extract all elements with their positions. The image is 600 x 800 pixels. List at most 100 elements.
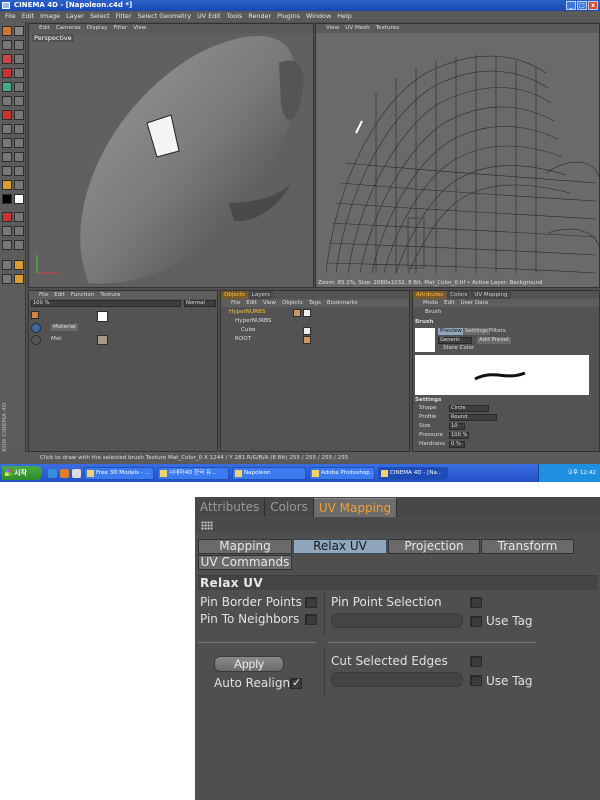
- foreground-color-swatch[interactable]: [2, 194, 12, 204]
- uv-menu-textures[interactable]: Textures: [376, 24, 399, 33]
- attr-menu-edit[interactable]: Edit: [444, 299, 455, 307]
- uv-menu-uv-mesh[interactable]: UV Mesh: [345, 24, 369, 33]
- pin-to-neighbors-checkbox[interactable]: [305, 614, 317, 625]
- attr-menu-mode[interactable]: Mode: [423, 299, 438, 307]
- menu-filter[interactable]: Filter: [113, 11, 135, 22]
- obj-menu-bookmarks[interactable]: Bookmarks: [327, 299, 358, 307]
- preset-tab-settings[interactable]: Settings: [463, 328, 490, 335]
- scale-icon[interactable]: [2, 54, 12, 64]
- light-object-icon[interactable]: [14, 260, 24, 270]
- object-row-cube[interactable]: Cube: [241, 327, 255, 334]
- material-sphere-icon[interactable]: [31, 323, 41, 333]
- ie-quicklaunch-icon[interactable]: [48, 468, 57, 478]
- x-axis-icon[interactable]: [2, 68, 12, 78]
- material-name-1[interactable]: Material: [51, 324, 78, 331]
- pin-use-tag-checkbox[interactable]: [470, 616, 482, 627]
- tab-uv-mapping[interactable]: UV Mapping: [471, 291, 511, 299]
- move-icon[interactable]: [14, 40, 24, 50]
- texture-mode-icon[interactable]: [14, 166, 24, 176]
- undo-icon[interactable]: [2, 26, 12, 36]
- cube-uvw-tag-icon[interactable]: [303, 327, 311, 335]
- nurbs-object-icon[interactable]: [14, 240, 24, 250]
- cut-use-tag-checkbox[interactable]: [470, 675, 482, 686]
- store-color-label[interactable]: Store Color: [443, 345, 474, 352]
- taskbar-napoleon[interactable]: Napoleon: [232, 466, 306, 480]
- cube-object-icon[interactable]: [2, 240, 12, 250]
- blend-mode-select[interactable]: Normal: [184, 300, 216, 307]
- uv-polygon-mode-icon[interactable]: [2, 166, 12, 176]
- vp-menu-view[interactable]: View: [133, 24, 146, 33]
- uv-menu-view[interactable]: View: [326, 24, 339, 33]
- apply-button[interactable]: Apply: [214, 656, 284, 672]
- layer-opacity-field[interactable]: 100 %: [31, 300, 181, 307]
- obj-menu-tags[interactable]: Tags: [309, 299, 321, 307]
- polygon-mode-icon[interactable]: [2, 152, 12, 162]
- object-row-root[interactable]: ROOT: [235, 336, 251, 343]
- taskbar-free3d[interactable]: Free 3D Models - ...: [84, 466, 154, 480]
- firefox-quicklaunch-icon[interactable]: [60, 468, 69, 478]
- render-icon[interactable]: [2, 212, 12, 222]
- preset-select[interactable]: Generic: [438, 337, 472, 344]
- fill-color-icon[interactable]: [2, 180, 12, 190]
- tab-attributes[interactable]: Attributes: [413, 291, 447, 299]
- object-row-hypernurbs-2[interactable]: HyperNURBS: [235, 318, 271, 325]
- vp-menu-edit[interactable]: Edit: [39, 24, 50, 33]
- live-select-icon[interactable]: [2, 40, 12, 50]
- material-layer-icon[interactable]: [31, 311, 39, 319]
- minimize-button[interactable]: _: [566, 1, 576, 10]
- uv-tab-colors[interactable]: Colors: [265, 498, 314, 517]
- menu-select[interactable]: Select: [87, 11, 113, 22]
- subtab-mapping[interactable]: Mapping: [198, 539, 292, 554]
- start-button[interactable]: 시작: [2, 466, 42, 480]
- smudge-icon[interactable]: [14, 96, 24, 106]
- deformer-object-icon[interactable]: [14, 274, 24, 284]
- pin-point-selection-checkbox[interactable]: [470, 597, 482, 608]
- cut-selected-edges-field[interactable]: [331, 672, 463, 687]
- tab-layers[interactable]: Layers: [248, 291, 273, 299]
- selection-lasso-icon[interactable]: [14, 110, 24, 120]
- fill-icon[interactable]: [14, 124, 24, 134]
- subtab-relax-uv[interactable]: Relax UV: [293, 539, 387, 554]
- menu-image[interactable]: Image: [37, 11, 63, 22]
- profile-select[interactable]: Round: [449, 414, 497, 421]
- mat-menu-file[interactable]: File: [39, 291, 48, 299]
- mat-menu-edit[interactable]: Edit: [54, 291, 65, 299]
- taskbar-cinema4d[interactable]: CINEMA 4D - [Na...: [378, 466, 448, 480]
- grip-dots-icon[interactable]: [201, 521, 213, 530]
- pressure-field[interactable]: 100 %: [449, 432, 469, 439]
- texture-tag-icon[interactable]: [293, 309, 301, 317]
- workplane-icon[interactable]: [14, 180, 24, 190]
- pin-border-points-checkbox[interactable]: [305, 597, 317, 608]
- eraser-icon[interactable]: [14, 82, 24, 92]
- uv-mesh-viewport[interactable]: View UV Mesh Textures Zoom: 85.2%, Size:…: [315, 23, 600, 288]
- menu-render[interactable]: Render: [245, 11, 274, 22]
- render-settings-icon[interactable]: [2, 226, 12, 236]
- vp-menu-filter[interactable]: Filter: [113, 24, 127, 33]
- menu-help[interactable]: Help: [334, 11, 355, 22]
- perspective-viewport[interactable]: Edit Cameras Display Filter View Perspec…: [28, 23, 314, 288]
- clone-icon[interactable]: [2, 96, 12, 106]
- preset-tab-filters[interactable]: Filters: [489, 328, 506, 335]
- pin-point-selection-field[interactable]: [331, 613, 463, 628]
- vp-menu-cameras[interactable]: Cameras: [56, 24, 81, 33]
- obj-menu-edit[interactable]: Edit: [246, 299, 257, 307]
- redo-icon[interactable]: [14, 26, 24, 36]
- paint-brush-icon[interactable]: [2, 82, 12, 92]
- y-axis-icon[interactable]: [14, 68, 24, 78]
- add-preset-button[interactable]: Add Preset: [477, 337, 512, 344]
- menu-file[interactable]: File: [2, 11, 19, 22]
- menu-plugins[interactable]: Plugins: [274, 11, 303, 22]
- root-texture-tag-icon[interactable]: [303, 336, 311, 344]
- material-name-2[interactable]: Mat: [51, 336, 61, 343]
- size-field[interactable]: 10: [449, 423, 465, 430]
- render-picture-viewer-icon[interactable]: [14, 226, 24, 236]
- taskbar-c4d-korea[interactable]: 시네마4D 한국 유...: [157, 466, 229, 480]
- edge-mode-icon[interactable]: [14, 138, 24, 148]
- menu-layer[interactable]: Layer: [63, 11, 87, 22]
- taskbar-photoshop[interactable]: Adobe Photoshop ...: [309, 466, 375, 480]
- uv-point-mode-icon[interactable]: [14, 152, 24, 162]
- menu-select-geometry[interactable]: Select Geometry: [134, 11, 194, 22]
- menu-edit[interactable]: Edit: [19, 11, 37, 22]
- obj-menu-file[interactable]: File: [231, 299, 240, 307]
- object-row-hypernurbs-1[interactable]: HyperNURBS: [229, 309, 265, 316]
